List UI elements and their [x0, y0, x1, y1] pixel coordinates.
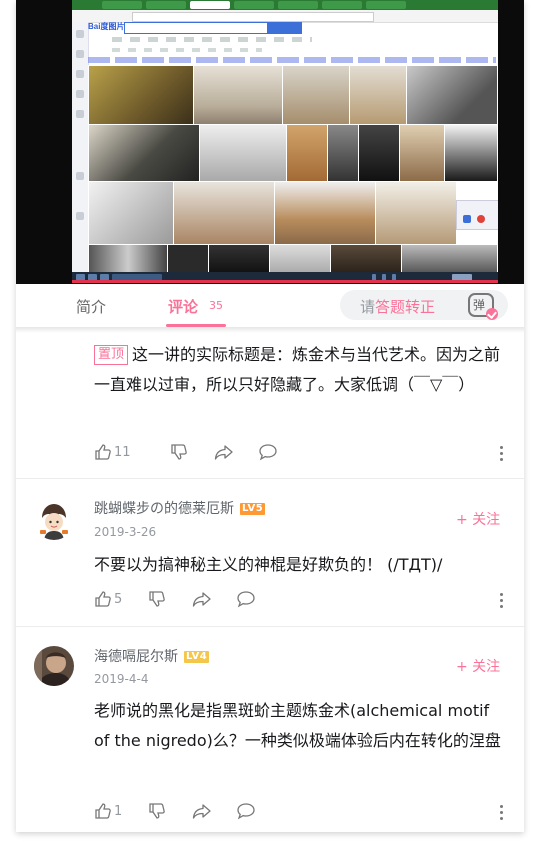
image-thumbnail — [286, 124, 328, 182]
image-thumbnail — [88, 65, 194, 125]
pinned-badge: 置顶 — [94, 345, 129, 365]
like-count: 1 — [114, 804, 123, 819]
image-thumbnail — [167, 244, 209, 274]
speech-bubble-icon — [237, 803, 255, 820]
comment-username[interactable]: 跳蝴蝶步の的德莱厄斯 LV5 — [94, 498, 266, 518]
avatar[interactable] — [34, 646, 74, 686]
thumbs-up-icon — [95, 444, 111, 460]
image-thumbnail — [282, 65, 350, 125]
image-thumbnail — [375, 181, 457, 245]
image-thumbnail — [88, 181, 174, 245]
comment-date: 2019-3-26 — [94, 525, 157, 539]
video-related-chips — [88, 57, 496, 63]
danmu-prompt: 请答题转正 — [360, 298, 436, 316]
recording-panel — [456, 200, 498, 230]
baidu-logo: Bai度图片 — [88, 22, 125, 31]
level-badge: LV5 — [240, 503, 266, 515]
thumbs-up-icon — [95, 803, 111, 819]
image-thumbnail — [173, 181, 275, 245]
comment-actions: 11 — [94, 442, 504, 464]
follow-button[interactable]: + 关注 — [456, 509, 500, 529]
image-thumbnail — [399, 124, 445, 182]
comment-divider — [16, 626, 524, 627]
tab-comments[interactable]: 评论 — [168, 296, 198, 317]
more-options-icon[interactable] — [500, 593, 504, 611]
thumbs-down-icon — [149, 591, 165, 607]
comment-actions: 5 — [94, 589, 504, 611]
browser-tab-bar — [72, 0, 498, 10]
image-thumbnail — [327, 124, 359, 182]
comment-text: 不要以为搞神秘主义的神棍是好欺负的！ (/TДT)/ — [94, 555, 443, 574]
speech-bubble-icon — [237, 591, 255, 608]
danmu-toggle-button[interactable]: 弹 — [468, 293, 498, 320]
video-player[interactable]: Bai度图片 — [16, 0, 524, 284]
tab-intro[interactable]: 简介 — [76, 296, 106, 317]
comment-text: 老师说的黑化是指黑斑蚧主题炼金术(alchemical motif of the… — [94, 701, 501, 750]
more-options-icon[interactable] — [500, 446, 504, 464]
video-search-button — [268, 22, 302, 34]
image-thumbnail — [199, 124, 287, 182]
thumbs-down-icon — [171, 444, 187, 460]
video-frame: Bai度图片 — [72, 0, 498, 283]
image-thumbnail — [444, 124, 498, 182]
like-count: 5 — [114, 592, 123, 607]
page-card: Bai度图片 简介 评论 35 请答题转正 弹 置顶 这一讲的实际标题是：炼金术… — [16, 0, 524, 832]
image-thumbnail — [208, 244, 270, 274]
comment-actions: 1 — [94, 801, 504, 823]
share-icon — [214, 445, 233, 460]
image-thumbnail — [193, 65, 283, 125]
browser-sidebar — [72, 22, 89, 272]
danmu-glyph: 弹 — [473, 298, 486, 312]
thumbs-down-icon — [149, 803, 165, 819]
like-count: 11 — [114, 445, 131, 460]
comment-text: 置顶 这一讲的实际标题是：炼金术与当代艺术。因为之前一直难以过审，所以只好隐藏了。… — [94, 345, 501, 394]
comment-count: 35 — [209, 299, 223, 312]
danmu-input[interactable]: 请答题转正 弹 — [340, 290, 508, 320]
video-progress-line — [72, 280, 498, 283]
avatar[interactable] — [34, 500, 74, 540]
video-search-box — [124, 22, 268, 34]
comment-username[interactable]: 海德嗝屁尔斯 LV4 — [94, 646, 210, 666]
comment-date: 2019-4-4 — [94, 672, 149, 686]
share-icon — [192, 592, 211, 607]
image-thumbnail — [330, 244, 402, 274]
image-thumbnail — [349, 65, 407, 125]
level-badge: LV4 — [184, 651, 210, 663]
image-thumbnail — [88, 244, 168, 274]
speech-bubble-icon — [259, 444, 277, 461]
comment-divider — [16, 478, 524, 479]
image-thumbnail — [406, 65, 498, 125]
check-icon — [486, 308, 498, 320]
tab-bar: 简介 评论 35 请答题转正 弹 — [16, 284, 524, 328]
thumbs-up-icon — [95, 591, 111, 607]
image-thumbnail — [269, 244, 331, 274]
more-options-icon[interactable] — [500, 805, 504, 823]
image-thumbnail — [88, 124, 200, 182]
share-icon — [192, 804, 211, 819]
image-thumbnail — [358, 124, 400, 182]
image-thumbnail — [274, 181, 376, 245]
follow-button[interactable]: + 关注 — [456, 656, 500, 676]
image-thumbnail — [401, 244, 498, 274]
